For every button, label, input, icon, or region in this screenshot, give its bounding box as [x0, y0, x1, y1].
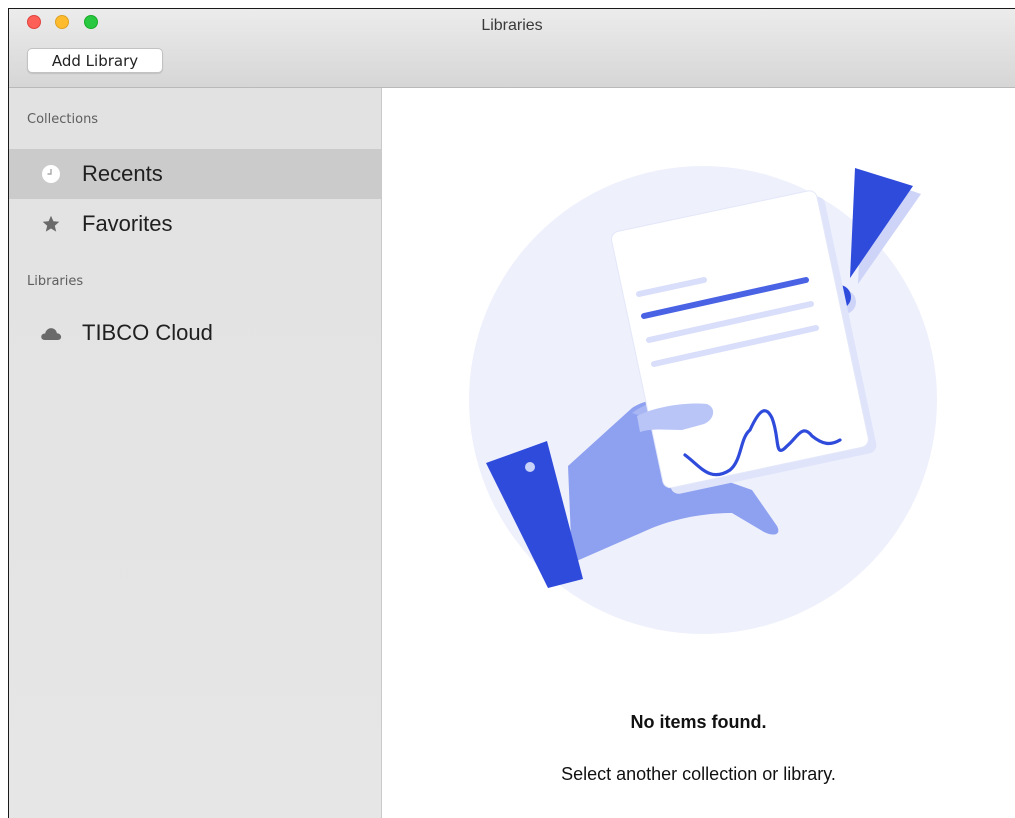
add-library-button[interactable]: Add Library	[27, 48, 163, 73]
libraries-window: Libraries Add Library Collections Recent…	[8, 8, 1015, 818]
title-bar: Libraries Add Library	[9, 9, 1015, 88]
sidebar-item-tibco-cloud[interactable]: TIBCO Cloud	[9, 308, 381, 358]
main-content: No items found. Select another collectio…	[382, 88, 1015, 818]
star-icon	[40, 213, 62, 235]
sidebar-item-favorites[interactable]: Favorites	[9, 199, 381, 249]
cloud-icon	[40, 322, 62, 344]
empty-state-illustration	[469, 166, 937, 634]
collections-section-header: Collections	[27, 112, 99, 127]
clock-icon	[40, 163, 62, 185]
sidebar-item-label: Recents	[82, 161, 163, 186]
empty-state-subtitle: Select another collection or library.	[561, 764, 836, 784]
sidebar-item-recents[interactable]: Recents	[9, 149, 381, 199]
sidebar-item-label: Favorites	[82, 211, 173, 236]
sidebar-item-label: TIBCO Cloud	[82, 320, 213, 345]
libraries-section-header: Libraries	[27, 274, 84, 289]
window-title: Libraries	[481, 17, 543, 34]
sidebar: Collections Recents Favorites Libraries	[9, 88, 382, 818]
empty-state-title: No items found.	[630, 712, 767, 732]
